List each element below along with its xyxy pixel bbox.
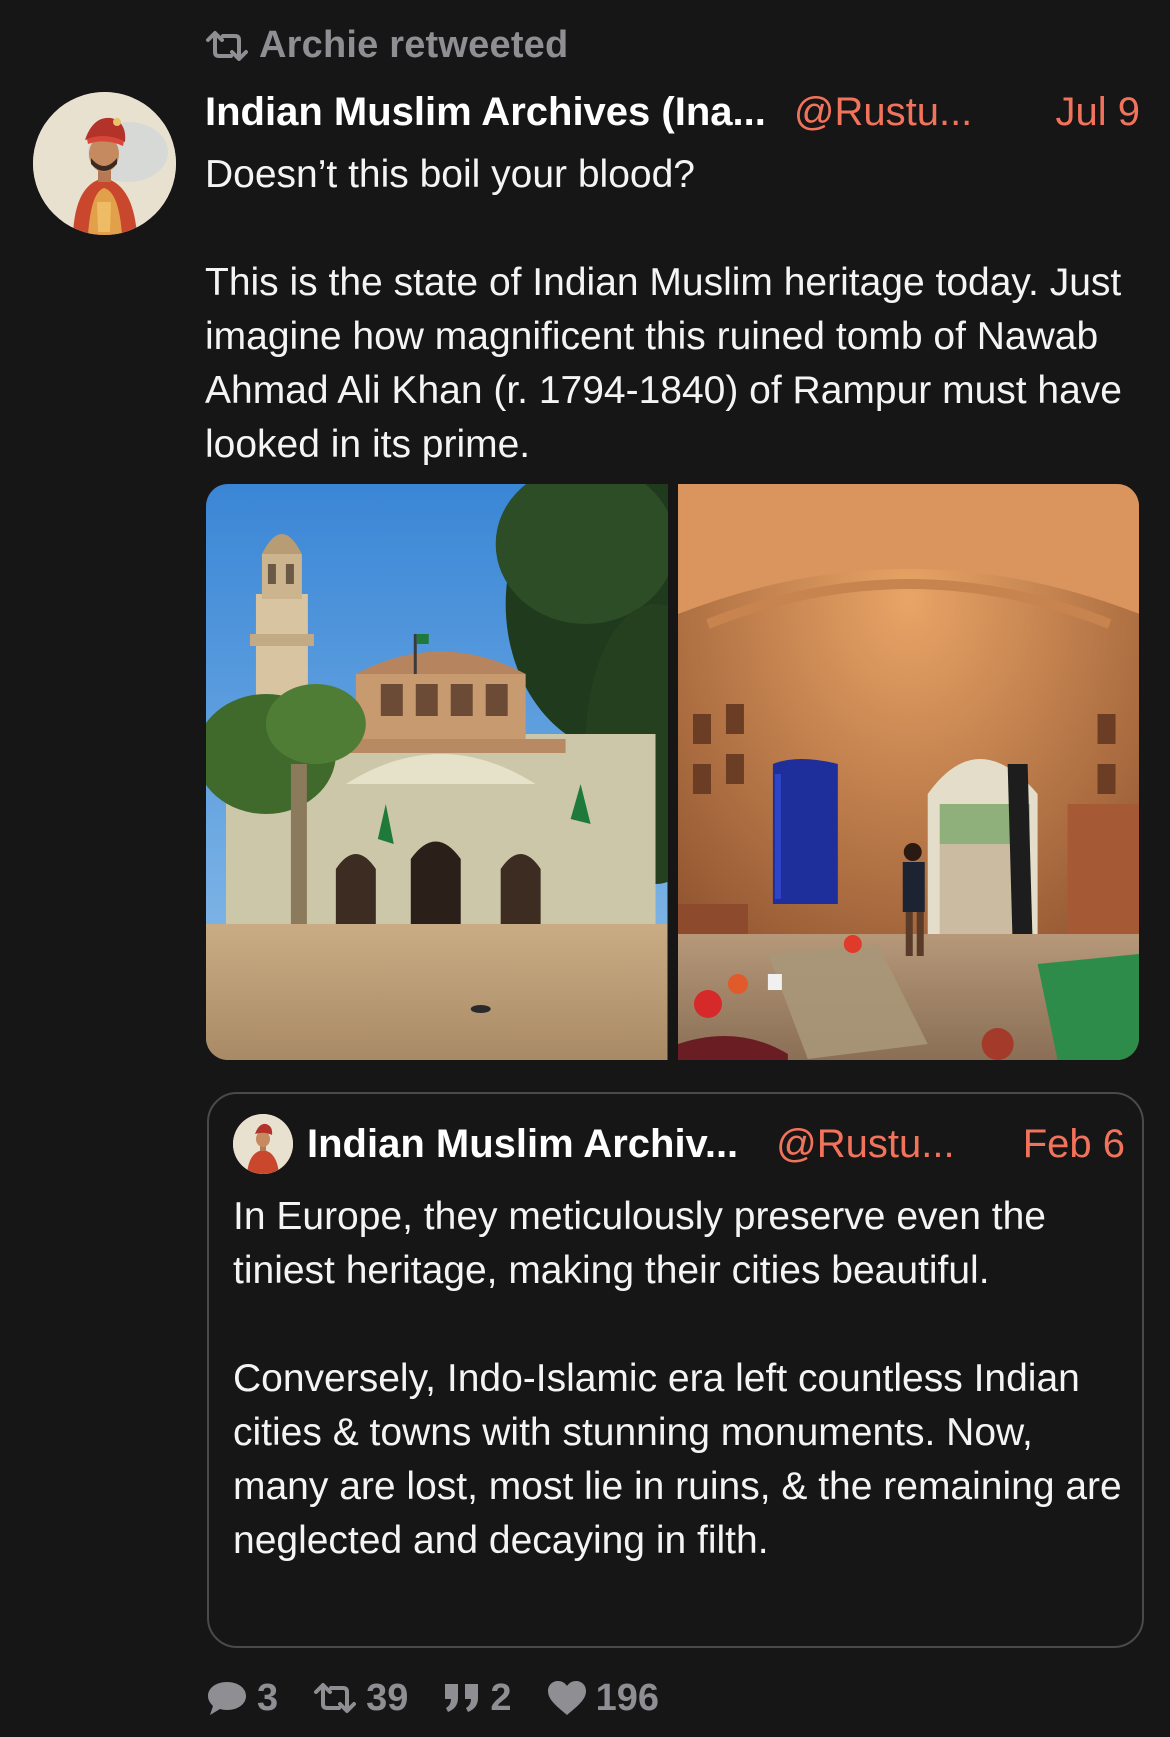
action-bar: 3 39 2 196 (205, 1670, 693, 1726)
retweet-context[interactable]: Archie retweeted (205, 24, 568, 67)
quoted-author-name[interactable]: Indian Muslim Archiv... (307, 1122, 738, 1167)
quoted-tweet[interactable]: Indian Muslim Archiv... @Rustu... Feb 6 … (207, 1092, 1144, 1648)
quoted-paragraph: In Europe, they meticulously preserve ev… (233, 1195, 1046, 1292)
author-name[interactable]: Indian Muslim Archives (Ina... (205, 90, 766, 135)
quoted-tweet-body: In Europe, they meticulously preserve ev… (233, 1190, 1123, 1568)
media-photo-interior[interactable] (677, 484, 1139, 1060)
tweet-paragraph: This is the state of Indian Muslim herit… (205, 261, 1122, 466)
quoted-paragraph: Conversely, Indo-Islamic era left countl… (233, 1357, 1122, 1562)
reply-button[interactable]: 3 (205, 1677, 278, 1720)
retweet-label: Archie retweeted (259, 24, 569, 66)
quoted-tweet-header: Indian Muslim Archiv... @Rustu... Feb 6 (233, 1114, 1125, 1174)
like-button[interactable]: 196 (546, 1677, 659, 1720)
tweet-view: Archie retweeted Indian Muslim Archives … (0, 0, 1170, 1737)
author-avatar[interactable] (33, 92, 176, 235)
heart-icon (546, 1679, 588, 1717)
reply-icon (205, 1678, 249, 1718)
quoted-author-avatar[interactable] (233, 1114, 293, 1174)
quote-icon (442, 1680, 482, 1716)
media-photo-exterior[interactable] (206, 484, 668, 1060)
tweet-header: Indian Muslim Archives (Ina... @Rustu...… (205, 84, 1140, 140)
reply-count: 3 (257, 1676, 279, 1719)
quoted-author-handle[interactable]: @Rustu... (776, 1122, 954, 1167)
quoted-tweet-date[interactable]: Feb 6 (1023, 1122, 1125, 1167)
like-count: 196 (595, 1676, 659, 1719)
retweet-count: 39 (366, 1676, 409, 1719)
quote-button[interactable]: 2 (442, 1676, 512, 1720)
tweet-paragraph: Doesn’t this boil your blood? (205, 153, 695, 196)
tweet-body: Doesn’t this boil your blood? This is th… (205, 148, 1145, 472)
tweet-date[interactable]: Jul 9 (1056, 90, 1141, 135)
quote-count: 2 (490, 1676, 512, 1719)
tweet-media (206, 484, 1139, 1060)
author-handle[interactable]: @Rustu... (794, 90, 972, 135)
retweet-icon (312, 1680, 358, 1716)
retweet-button[interactable]: 39 (312, 1677, 408, 1720)
retweet-icon (205, 28, 249, 64)
